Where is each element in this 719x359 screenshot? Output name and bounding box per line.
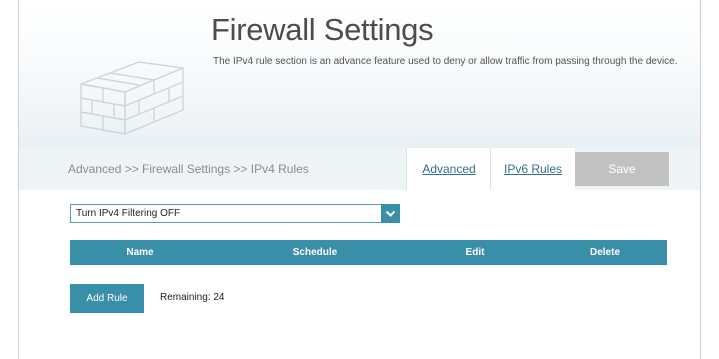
column-name: Name bbox=[126, 247, 154, 258]
breadcrumb: Advanced >> Firewall Settings >> IPv4 Ru… bbox=[68, 162, 309, 176]
dropdown-toggle[interactable] bbox=[381, 204, 400, 223]
column-schedule: Schedule bbox=[292, 247, 338, 258]
save-button[interactable]: Save bbox=[575, 152, 669, 186]
remaining-count: Remaining: 24 bbox=[160, 292, 225, 303]
page-description: The IPv4 rule section is an advance feat… bbox=[213, 56, 678, 67]
column-delete: Delete bbox=[589, 247, 620, 258]
brick-wall-icon bbox=[80, 61, 184, 135]
column-edit: Edit bbox=[465, 247, 485, 258]
page-header: Firewall Settings The IPv4 rule section … bbox=[19, 0, 700, 148]
nav-bar: Advanced >> Firewall Settings >> IPv4 Ru… bbox=[19, 148, 700, 190]
page-title: Firewall Settings bbox=[211, 12, 434, 47]
chevron-down-icon bbox=[385, 210, 396, 217]
ipv4-filtering-select[interactable]: Turn IPv4 Filtering OFF bbox=[70, 204, 400, 223]
advanced-link[interactable]: Advanced bbox=[406, 148, 491, 190]
ipv4-filtering-value: Turn IPv4 Filtering OFF bbox=[76, 208, 181, 219]
add-rule-button[interactable]: Add Rule bbox=[70, 284, 144, 313]
page-frame: Firewall Settings The IPv4 rule section … bbox=[18, 0, 701, 359]
ipv6-rules-link[interactable]: IPv6 Rules bbox=[490, 148, 575, 190]
rules-table-header: Name Schedule Edit Delete bbox=[70, 240, 667, 265]
